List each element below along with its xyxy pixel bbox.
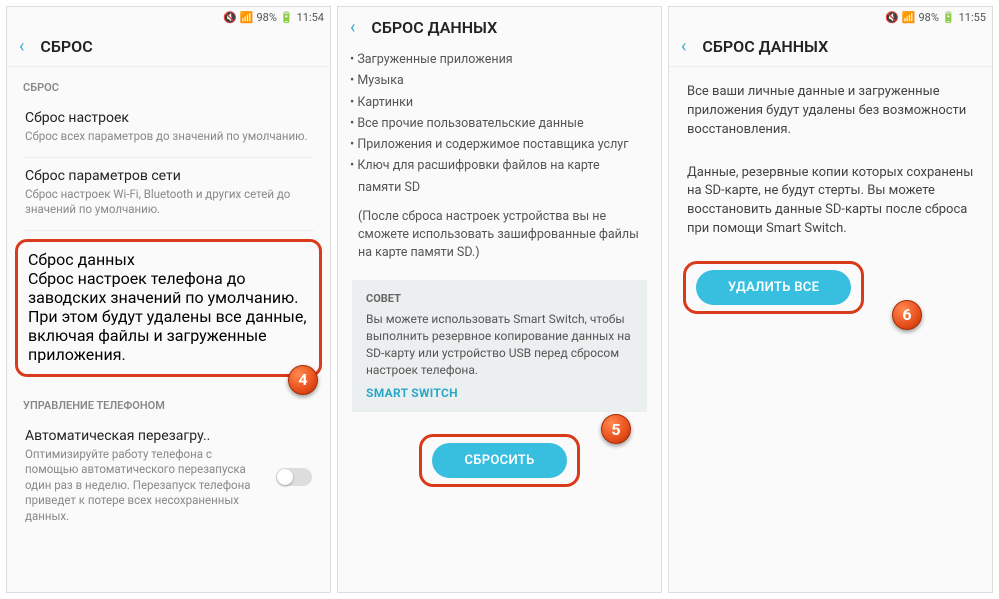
auto-restart-toggle[interactable]	[276, 468, 312, 486]
app-bar: ‹ СБРОС ДАННЫХ	[338, 7, 661, 47]
phone-screen-3: 🔇 📶 98% 🔋 11:55 ‹ СБРОС ДАННЫХ Все ваши …	[668, 6, 993, 593]
page-title: СБРОС	[40, 37, 92, 56]
battery-pct: 98%	[256, 11, 276, 24]
page-title: СБРОС ДАННЫХ	[371, 18, 497, 37]
delete-all-highlight: УДАЛИТЬ ВСЕ	[683, 261, 864, 314]
section-label-reset: СБРОС	[7, 67, 330, 100]
phone-screen-2: ‹ СБРОС ДАННЫХ Загруженные приложения Му…	[337, 6, 662, 593]
list-item: Загруженные приложения	[358, 49, 645, 70]
battery-icon: 🔋	[942, 11, 956, 24]
item-title: Сброс параметров сети	[25, 168, 312, 184]
list-item: Ключ для расшифровки файлов на карте пам…	[358, 155, 645, 198]
item-desc: Сброс всех параметров до значений по умо…	[25, 129, 312, 145]
mute-icon: 🔇	[885, 11, 899, 24]
clock: 11:54	[297, 11, 324, 24]
back-icon[interactable]: ‹	[350, 17, 355, 38]
reset-button[interactable]: СБРОСИТЬ	[432, 443, 566, 478]
reset-settings-item[interactable]: Сброс настроек Сброс всех параметров до …	[7, 100, 330, 157]
step-badge-6: 6	[892, 300, 922, 330]
warning-text-1: Все ваши личные данные и загруженные при…	[669, 67, 992, 148]
delete-all-button[interactable]: УДАЛИТЬ ВСЕ	[696, 270, 851, 305]
app-bar: ‹ СБРОС ДАННЫХ	[669, 27, 992, 67]
phone-screen-1: 🔇 📶 98% 🔋 11:54 ‹ СБРОС СБРОС Сброс наст…	[6, 6, 331, 593]
status-bar: 🔇 📶 98% 🔋 11:54	[7, 7, 330, 27]
tip-label: СОВЕТ	[366, 292, 633, 305]
auto-restart-item[interactable]: Автоматическая перезагру.. Оптимизируйте…	[7, 418, 330, 537]
battery-pct: 98%	[918, 11, 938, 24]
back-icon[interactable]: ‹	[681, 36, 686, 57]
step-badge-5: 5	[601, 414, 631, 444]
signal-icon: 📶	[240, 11, 254, 24]
item-desc: Оптимизируйте работу телефона с помощью …	[25, 447, 312, 525]
item-desc: Сброс настроек Wi-Fi, Bluetooth и других…	[25, 187, 312, 218]
section-label-phone-mgmt: УПРАВЛЕНИЕ ТЕЛЕФОНОМ	[7, 385, 330, 418]
battery-icon: 🔋	[280, 11, 294, 24]
app-bar: ‹ СБРОС	[7, 27, 330, 67]
signal-icon: 📶	[902, 11, 916, 24]
status-bar: 🔇 📶 98% 🔋 11:55	[669, 7, 992, 27]
item-title: Автоматическая перезагру..	[25, 428, 312, 444]
tip-text: Вы можете использовать Smart Switch, что…	[366, 311, 633, 378]
item-desc: Сброс настроек телефона до заводских зна…	[28, 269, 309, 364]
item-title: Сброс настроек	[25, 110, 312, 126]
reset-network-item[interactable]: Сброс параметров сети Сброс настроек Wi-…	[7, 158, 330, 230]
back-icon[interactable]: ‹	[19, 36, 24, 57]
factory-reset-item[interactable]: Сброс данных Сброс настроек телефона до …	[28, 250, 309, 364]
warning-text-2: Данные, резервные копии которых сохранен…	[669, 148, 992, 247]
item-title: Сброс данных	[28, 250, 309, 269]
list-item: Приложения и содержимое поставщика услуг	[358, 134, 645, 155]
clock: 11:55	[959, 11, 986, 24]
smart-switch-link[interactable]: SMART SWITCH	[366, 386, 633, 400]
list-item: Картинки	[358, 92, 645, 113]
list-item: Все прочие пользовательские данные	[358, 113, 645, 134]
step-badge-4: 4	[288, 365, 318, 395]
factory-reset-item-highlight: Сброс данных Сброс настроек телефона до …	[15, 239, 322, 377]
sd-note: (После сброса настроек устройства вы не …	[338, 208, 661, 272]
reset-button-highlight: СБРОСИТЬ	[419, 434, 579, 487]
list-item: Музыка	[358, 70, 645, 91]
tip-box: СОВЕТ Вы можете использовать Smart Switc…	[352, 280, 647, 412]
erase-list: Загруженные приложения Музыка Картинки В…	[338, 47, 661, 208]
mute-icon: 🔇	[223, 11, 237, 24]
page-title: СБРОС ДАННЫХ	[702, 37, 828, 56]
